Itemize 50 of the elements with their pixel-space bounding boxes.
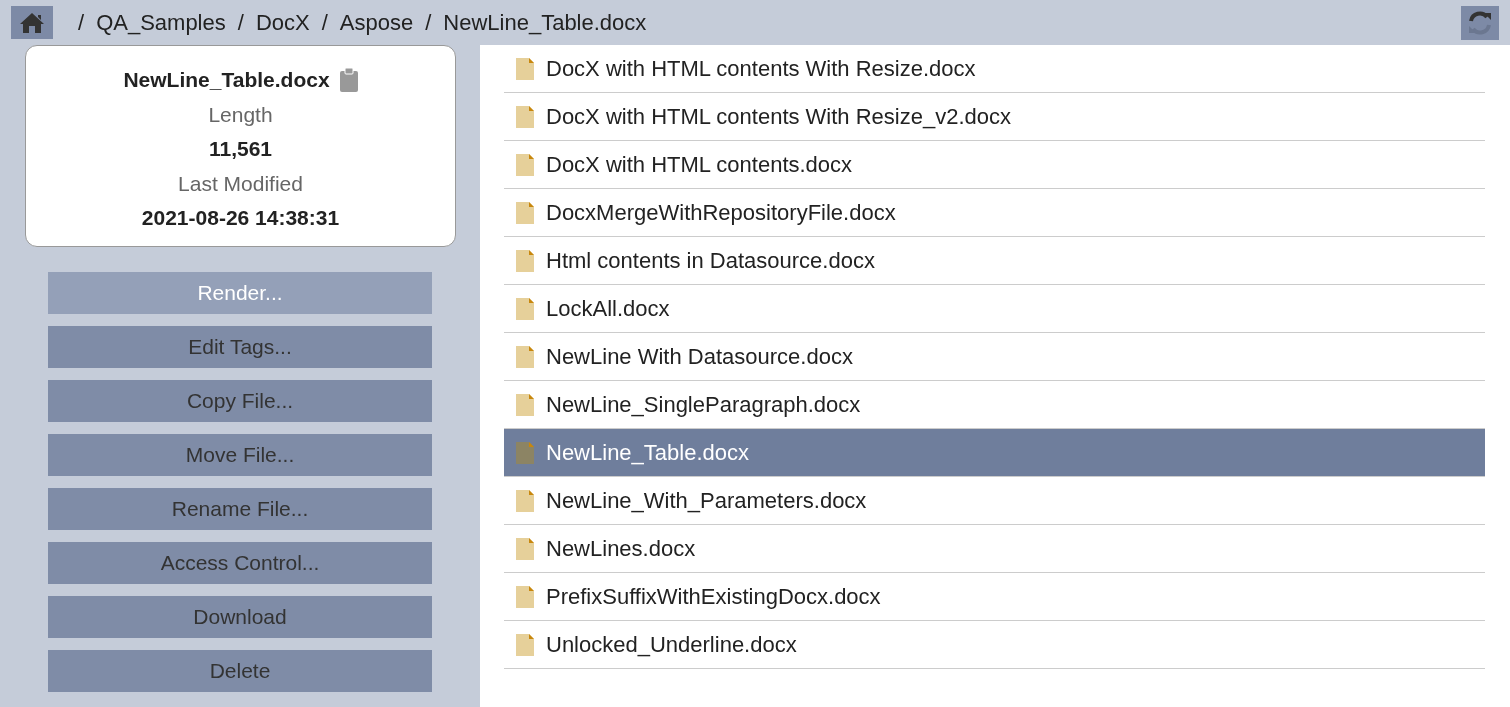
document-icon (516, 345, 534, 368)
action-button[interactable]: Delete (48, 649, 432, 692)
file-row[interactable]: NewLine With Datasource.docx (504, 333, 1485, 381)
clipboard-icon[interactable] (339, 67, 358, 92)
document-icon (516, 249, 534, 272)
file-row[interactable]: NewLine_With_Parameters.docx (504, 477, 1485, 525)
document-icon (516, 489, 534, 512)
action-button[interactable]: Access Control... (48, 541, 432, 584)
length-value: 11,561 (208, 136, 273, 162)
breadcrumb-separator: / (425, 9, 432, 37)
last-modified-value: 2021-08-26 14:38:31 (141, 205, 340, 231)
document-icon (516, 201, 534, 224)
refresh-button[interactable] (1461, 5, 1499, 40)
file-row[interactable]: Unlocked_Underline.docx (504, 621, 1485, 669)
action-button[interactable]: Rename File... (48, 487, 432, 530)
file-row[interactable]: NewLine_Table.docx (504, 429, 1485, 477)
file-row[interactable]: Html contents in Datasource.docx (504, 237, 1485, 285)
file-name: NewLine_Table.docx (123, 67, 330, 93)
document-icon (516, 153, 534, 176)
file-row[interactable]: LockAll.docx (504, 285, 1485, 333)
file-row[interactable]: DocX with HTML contents.docx (504, 141, 1485, 189)
file-row[interactable]: PrefixSuffixWithExistingDocx.docx (504, 573, 1485, 621)
home-button[interactable] (11, 6, 53, 39)
document-icon (516, 57, 534, 80)
last-modified-label: Last Modified (178, 170, 303, 197)
breadcrumb-link[interactable]: QA_Samples (96, 6, 226, 39)
document-icon (516, 297, 534, 320)
file-row[interactable]: DocX with HTML contents With Resize.docx (504, 45, 1485, 93)
home-icon (19, 11, 45, 34)
action-button[interactable]: Copy File... (48, 379, 432, 422)
breadcrumb-link[interactable]: DocX (255, 6, 310, 39)
breadcrumb-separator: / (78, 9, 85, 37)
action-button[interactable]: Download (48, 595, 432, 638)
document-icon (516, 441, 534, 464)
document-icon (516, 105, 534, 128)
file-row[interactable]: DocX with HTML contents With Resize_v2.docx (504, 93, 1485, 141)
document-icon (516, 537, 534, 560)
breadcrumb-separator: / (321, 9, 328, 37)
file-row[interactable]: DocxMergeWithRepositoryFile.docx (504, 189, 1485, 237)
length-label: Length (208, 101, 273, 128)
action-button[interactable]: Edit Tags... (48, 325, 432, 368)
breadcrumb-link[interactable]: NewLine_Table.docx (443, 6, 647, 39)
document-icon (516, 393, 534, 416)
file-row[interactable]: NewLines.docx (504, 525, 1485, 573)
document-icon (516, 633, 534, 656)
refresh-icon (1467, 9, 1493, 36)
breadcrumb-link[interactable]: Aspose (339, 6, 414, 39)
breadcrumb-separator: / (237, 9, 244, 37)
action-button[interactable]: Move File... (48, 433, 432, 476)
document-icon (516, 585, 534, 608)
